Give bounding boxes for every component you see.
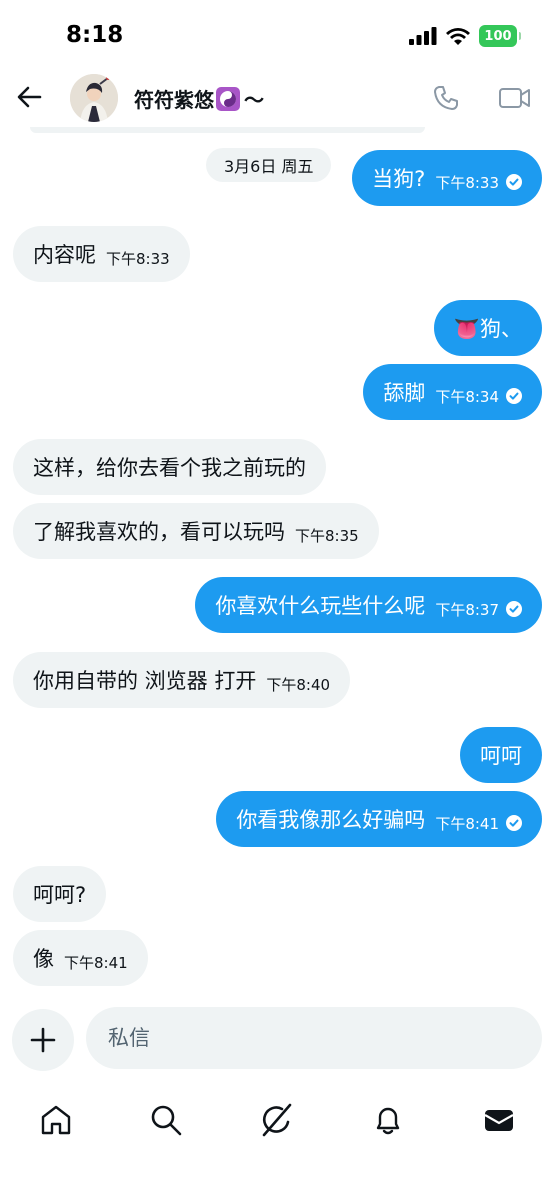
wifi-icon — [446, 27, 470, 45]
signal-icon — [409, 27, 437, 45]
contact-name-row[interactable]: 符符紫悠 ～ — [134, 84, 264, 113]
nav-search[interactable] — [148, 1102, 184, 1138]
avatar-image — [70, 74, 118, 122]
message-text: 👅狗、 — [453, 317, 522, 341]
video-camera-icon — [499, 88, 530, 108]
message-bubble-incoming[interactable]: 你用自带的 浏览器 打开 下午8:40 — [13, 652, 351, 708]
message-text: 了解我喜欢的，看可以玩吗 — [33, 520, 285, 544]
read-check-icon — [506, 601, 522, 617]
message-bubble-incoming[interactable]: 这样，给你去看个我之前玩的 — [13, 439, 326, 495]
home-icon — [41, 1105, 71, 1135]
message-bubble-incoming[interactable]: 呵呵? — [13, 866, 107, 922]
read-check-icon — [506, 388, 522, 404]
contact-name: 符符紫悠 — [134, 88, 214, 112]
message-time: 下午8:37 — [435, 600, 499, 619]
message-text: 像 — [33, 947, 54, 971]
nav-notifications[interactable] — [370, 1102, 406, 1138]
status-bar: 8:18 100 — [0, 0, 555, 70]
message-time: 下午8:33 — [106, 249, 170, 268]
nav-messages[interactable] — [481, 1102, 517, 1138]
status-indicators: 100 — [409, 25, 521, 47]
avatar[interactable] — [70, 74, 118, 122]
phone-icon — [434, 86, 458, 110]
message-input[interactable] — [86, 1007, 542, 1069]
message-bubble-outgoing[interactable]: 舔脚 下午8:34 — [363, 364, 542, 420]
read-check-icon — [506, 174, 522, 190]
message-text: 呵呵 — [480, 744, 522, 768]
add-media-button[interactable] — [12, 1009, 74, 1071]
search-icon — [151, 1105, 182, 1136]
video-call-button[interactable] — [498, 84, 532, 112]
previous-message-edge — [30, 127, 425, 133]
message-bubble-outgoing[interactable]: 当狗? 下午8:33 — [352, 150, 542, 206]
back-button[interactable] — [14, 82, 44, 112]
message-text: 呵呵? — [33, 883, 87, 907]
message-text: 内容呢 — [33, 243, 96, 267]
bottom-nav — [0, 1090, 555, 1146]
yin-yang-icon — [216, 86, 240, 111]
message-text: 你用自带的 浏览器 打开 — [33, 669, 257, 693]
message-bubble-outgoing[interactable]: 👅狗、 — [433, 300, 542, 356]
status-time: 8:18 — [66, 22, 124, 48]
message-bubble-incoming[interactable]: 内容呢 下午8:33 — [13, 226, 190, 282]
message-bubble-incoming[interactable]: 像 下午8:41 — [13, 930, 148, 986]
message-time: 下午8:41 — [435, 814, 499, 833]
message-time: 下午8:35 — [295, 526, 359, 545]
message-text: 当狗? — [372, 167, 426, 191]
message-text: 这样，给你去看个我之前玩的 — [33, 456, 306, 480]
plus-icon — [30, 1027, 56, 1053]
message-time: 下午8:34 — [435, 387, 499, 406]
nav-grok[interactable] — [259, 1102, 295, 1138]
message-time: 下午8:33 — [435, 173, 499, 192]
arrow-left-icon — [17, 86, 42, 108]
message-bubble-outgoing[interactable]: 你喜欢什么玩些什么呢 下午8:37 — [195, 577, 542, 633]
message-text: 你喜欢什么玩些什么呢 — [215, 594, 426, 618]
message-time: 下午8:40 — [266, 675, 331, 694]
read-check-icon — [506, 815, 522, 831]
message-bubble-incoming[interactable]: 了解我喜欢的，看可以玩吗 下午8:35 — [13, 503, 379, 559]
battery-level: 100 — [484, 28, 512, 44]
message-text: 你看我像那么好骗吗 — [236, 808, 426, 832]
contact-name-suffix: ～ — [244, 88, 264, 112]
date-separator: 3月6日 周五 — [206, 148, 332, 182]
bell-icon — [376, 1107, 400, 1135]
message-bubble-outgoing[interactable]: 你看我像那么好骗吗 下午8:41 — [216, 791, 542, 847]
nav-home[interactable] — [38, 1102, 74, 1138]
conversation-header: 符符紫悠 ～ — [0, 70, 555, 132]
call-button[interactable] — [432, 84, 460, 112]
message-text: 舔脚 — [383, 381, 426, 405]
battery-icon: 100 — [479, 25, 521, 47]
envelope-icon — [484, 1110, 514, 1131]
message-time: 下午8:41 — [64, 953, 128, 972]
message-bubble-outgoing[interactable]: 呵呵 — [460, 727, 542, 783]
grok-icon — [262, 1103, 292, 1137]
